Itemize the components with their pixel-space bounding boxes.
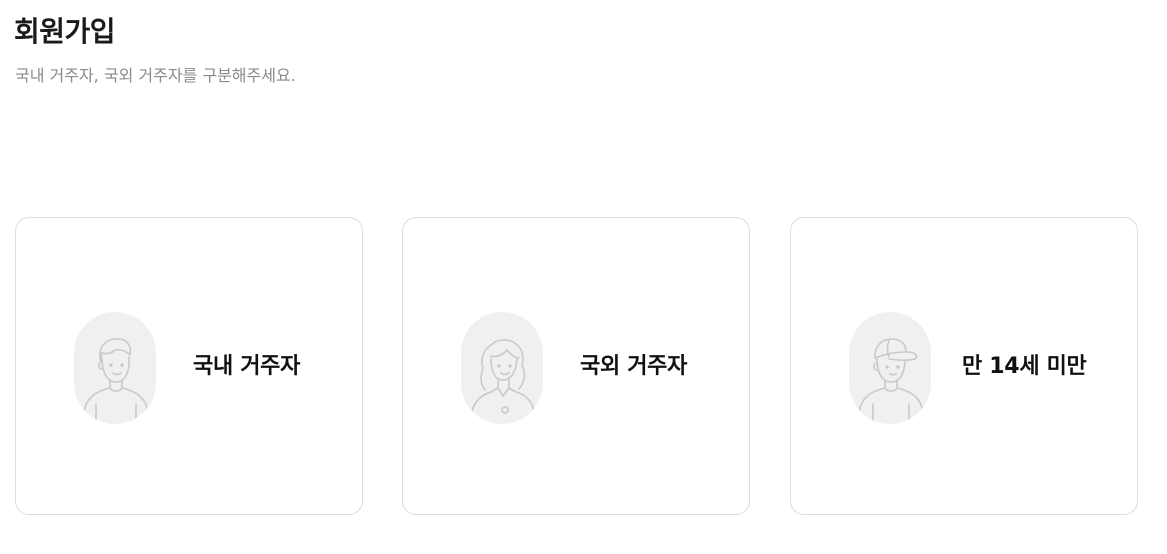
signup-page: 회원가입 국내 거주자, 국외 거주자를 구분해주세요. 국내 거주자 국외 거…	[0, 0, 1167, 554]
under-14-option[interactable]: 만 14세 미만	[790, 217, 1138, 515]
page-subtitle: 국내 거주자, 국외 거주자를 구분해주세요.	[15, 66, 296, 85]
domestic-resident-label: 국내 거주자	[193, 354, 301, 379]
overseas-resident-avatar-icon	[461, 312, 543, 424]
overseas-resident-option[interactable]: 국외 거주자	[402, 217, 750, 515]
overseas-resident-label: 국외 거주자	[580, 354, 688, 379]
under-14-avatar-icon	[849, 312, 931, 424]
under-14-label: 만 14세 미만	[962, 354, 1087, 379]
domestic-resident-option[interactable]: 국내 거주자	[15, 217, 363, 515]
page-title: 회원가입	[14, 15, 116, 48]
domestic-resident-avatar-icon	[74, 312, 156, 424]
